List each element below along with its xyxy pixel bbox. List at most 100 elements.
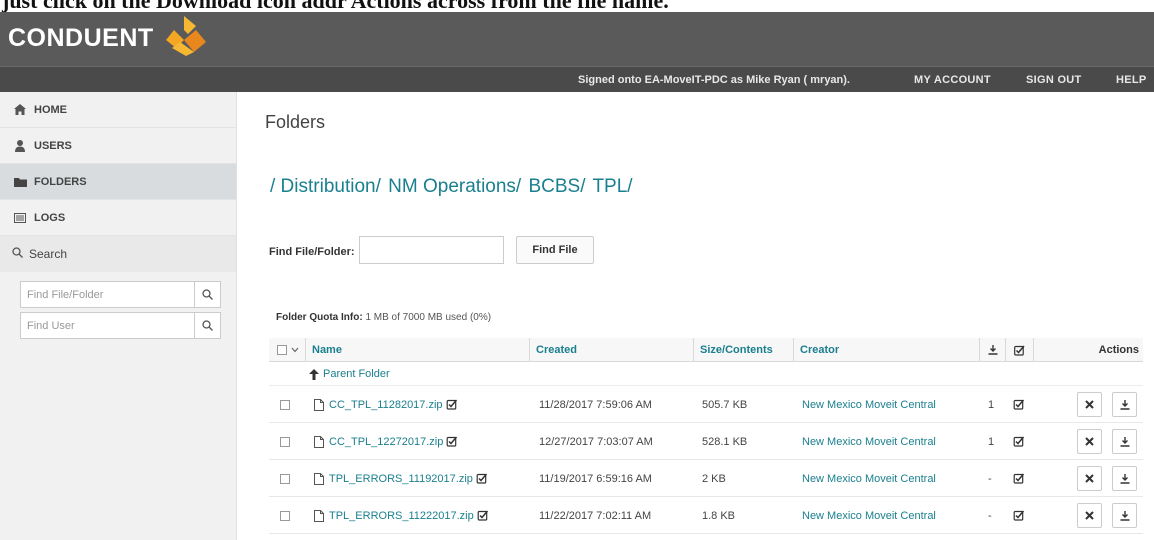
logo[interactable]: CONDUENT bbox=[8, 14, 206, 62]
help-link[interactable]: HELP bbox=[1116, 74, 1147, 86]
download-icon bbox=[1120, 510, 1129, 521]
find-user-input[interactable] bbox=[21, 313, 194, 338]
column-header-downloads[interactable] bbox=[979, 338, 1005, 362]
document-text-strip: just click on the Download icon addr Act… bbox=[0, 0, 1154, 12]
parent-folder-link[interactable]: Parent Folder bbox=[309, 368, 390, 380]
table-row: TPL_ERRORS_11222017.zip 11/22/2017 7:02:… bbox=[269, 497, 1143, 534]
search-title-label: Search bbox=[29, 247, 68, 261]
row-checkbox[interactable] bbox=[280, 473, 290, 484]
user-icon bbox=[13, 139, 27, 152]
file-name-cell[interactable]: CC_TPL_12272017.zip bbox=[314, 423, 458, 460]
creator-cell[interactable]: New Mexico Moveit Central bbox=[802, 386, 936, 423]
size-cell: 505.7 KB bbox=[702, 398, 748, 411]
sidebar-find-file-field bbox=[20, 281, 221, 308]
download-button[interactable] bbox=[1112, 503, 1137, 528]
delete-button[interactable] bbox=[1077, 466, 1102, 491]
search-icon bbox=[202, 289, 213, 300]
search-icon bbox=[12, 247, 23, 261]
file-name[interactable]: TPL_ERRORS_11222017.zip bbox=[329, 510, 474, 522]
parent-folder-row: Parent Folder bbox=[269, 362, 1143, 386]
size-cell: 2 KB bbox=[702, 472, 726, 485]
check-square-icon bbox=[477, 510, 488, 521]
delete-button[interactable] bbox=[1077, 503, 1102, 528]
file-name-cell[interactable]: TPL_ERRORS_11222017.zip bbox=[314, 497, 489, 534]
breadcrumb-tpl[interactable]: TPL/ bbox=[592, 176, 632, 197]
column-header-created[interactable]: Created bbox=[529, 338, 693, 362]
download-button[interactable] bbox=[1112, 429, 1137, 454]
row-checkbox[interactable] bbox=[280, 399, 290, 410]
creator-cell[interactable]: New Mexico Moveit Central bbox=[802, 423, 936, 460]
sidebar-item-logs[interactable]: LOGS bbox=[0, 200, 236, 236]
user-bar: Signed onto EA-MoveIT-PDC as Mike Ryan (… bbox=[0, 66, 1154, 92]
document-text: just click on the Download icon addr Act… bbox=[2, 0, 669, 12]
find-file-search-button[interactable] bbox=[194, 282, 220, 307]
quota-value: 1 MB of 7000 MB used (0%) bbox=[365, 312, 492, 323]
select-all-checkbox[interactable] bbox=[277, 345, 287, 355]
find-file-input[interactable] bbox=[21, 282, 194, 307]
sidebar-item-label: FOLDERS bbox=[34, 175, 87, 188]
column-header-creator[interactable]: Creator bbox=[793, 338, 979, 362]
verified-icon bbox=[1013, 423, 1025, 460]
download-icon bbox=[1120, 436, 1129, 447]
creator-cell[interactable]: New Mexico Moveit Central bbox=[802, 497, 936, 534]
download-button[interactable] bbox=[1112, 466, 1137, 491]
chevron-down-icon[interactable] bbox=[291, 347, 299, 353]
breadcrumb: / Distribution/ NM Operations/ BCBS/ TPL… bbox=[270, 176, 635, 198]
sign-out-link[interactable]: SIGN OUT bbox=[1026, 74, 1082, 86]
delete-button[interactable] bbox=[1077, 429, 1102, 454]
check-square-icon bbox=[1013, 510, 1025, 521]
column-header-verified[interactable] bbox=[1005, 338, 1033, 362]
breadcrumb-distribution[interactable]: / Distribution/ bbox=[270, 176, 381, 197]
close-icon bbox=[1085, 474, 1094, 483]
find-file-folder-input[interactable] bbox=[359, 236, 504, 264]
column-header-name[interactable]: Name bbox=[305, 338, 529, 362]
select-all-control[interactable] bbox=[277, 338, 299, 362]
file-icon bbox=[314, 509, 324, 522]
sidebar-item-label: USERS bbox=[34, 139, 72, 152]
sidebar-item-home[interactable]: HOME bbox=[0, 92, 236, 128]
folder-quota-info: Folder Quota Info: 1 MB of 7000 MB used … bbox=[276, 312, 491, 323]
check-square-icon bbox=[476, 473, 487, 484]
find-file-label: Find File/Folder: bbox=[269, 246, 355, 258]
column-header-size[interactable]: Size/Contents bbox=[693, 338, 793, 362]
home-icon bbox=[13, 104, 27, 115]
my-account-link[interactable]: MY ACCOUNT bbox=[914, 74, 991, 86]
check-square-icon bbox=[446, 399, 457, 410]
conduent-logo-icon bbox=[165, 16, 206, 56]
sidebar-item-label: LOGS bbox=[34, 211, 66, 224]
downloads-count: - bbox=[988, 509, 992, 522]
table-header: Name Created Size/Contents Creator Actio… bbox=[269, 338, 1143, 362]
file-name-cell[interactable]: CC_TPL_11282017.zip bbox=[314, 386, 458, 423]
row-checkbox[interactable] bbox=[280, 510, 290, 521]
table-row: TPL_ERRORS_11192017.zip 11/19/2017 6:59:… bbox=[269, 460, 1143, 497]
file-name[interactable]: CC_TPL_11282017.zip bbox=[329, 399, 443, 411]
search-icon bbox=[202, 320, 213, 331]
file-icon bbox=[314, 472, 324, 485]
creator-cell[interactable]: New Mexico Moveit Central bbox=[802, 460, 936, 497]
downloads-count: - bbox=[988, 472, 992, 485]
check-square-icon bbox=[446, 436, 458, 447]
breadcrumb-bcbs[interactable]: BCBS/ bbox=[528, 176, 585, 197]
find-user-search-button[interactable] bbox=[194, 313, 220, 338]
download-icon bbox=[988, 345, 997, 355]
download-button[interactable] bbox=[1112, 392, 1137, 417]
breadcrumb-nm-operations[interactable]: NM Operations/ bbox=[388, 176, 521, 197]
row-checkbox[interactable] bbox=[280, 436, 290, 447]
sidebar-item-users[interactable]: USERS bbox=[0, 128, 236, 164]
sidebar-item-folders[interactable]: FOLDERS bbox=[0, 164, 236, 200]
sidebar-search-title: Search bbox=[0, 236, 236, 272]
created-cell: 11/19/2017 6:59:16 AM bbox=[539, 472, 652, 485]
table-row: CC_TPL_12272017.zip 12/27/2017 7:03:07 A… bbox=[269, 423, 1143, 460]
find-file-button[interactable]: Find File bbox=[516, 236, 594, 264]
created-cell: 11/28/2017 7:59:06 AM bbox=[539, 398, 652, 411]
file-name-cell[interactable]: TPL_ERRORS_11192017.zip bbox=[314, 460, 488, 497]
delete-button[interactable] bbox=[1077, 392, 1102, 417]
arrow-up-icon bbox=[309, 368, 319, 380]
downloads-count: 1 bbox=[988, 398, 995, 411]
check-square-icon bbox=[1014, 345, 1025, 356]
logs-icon bbox=[13, 212, 27, 223]
file-name[interactable]: TPL_ERRORS_11192017.zip bbox=[329, 473, 473, 485]
file-name[interactable]: CC_TPL_12272017.zip bbox=[329, 436, 443, 448]
sidebar-item-label: HOME bbox=[34, 103, 67, 116]
check-square-icon bbox=[1013, 473, 1025, 484]
